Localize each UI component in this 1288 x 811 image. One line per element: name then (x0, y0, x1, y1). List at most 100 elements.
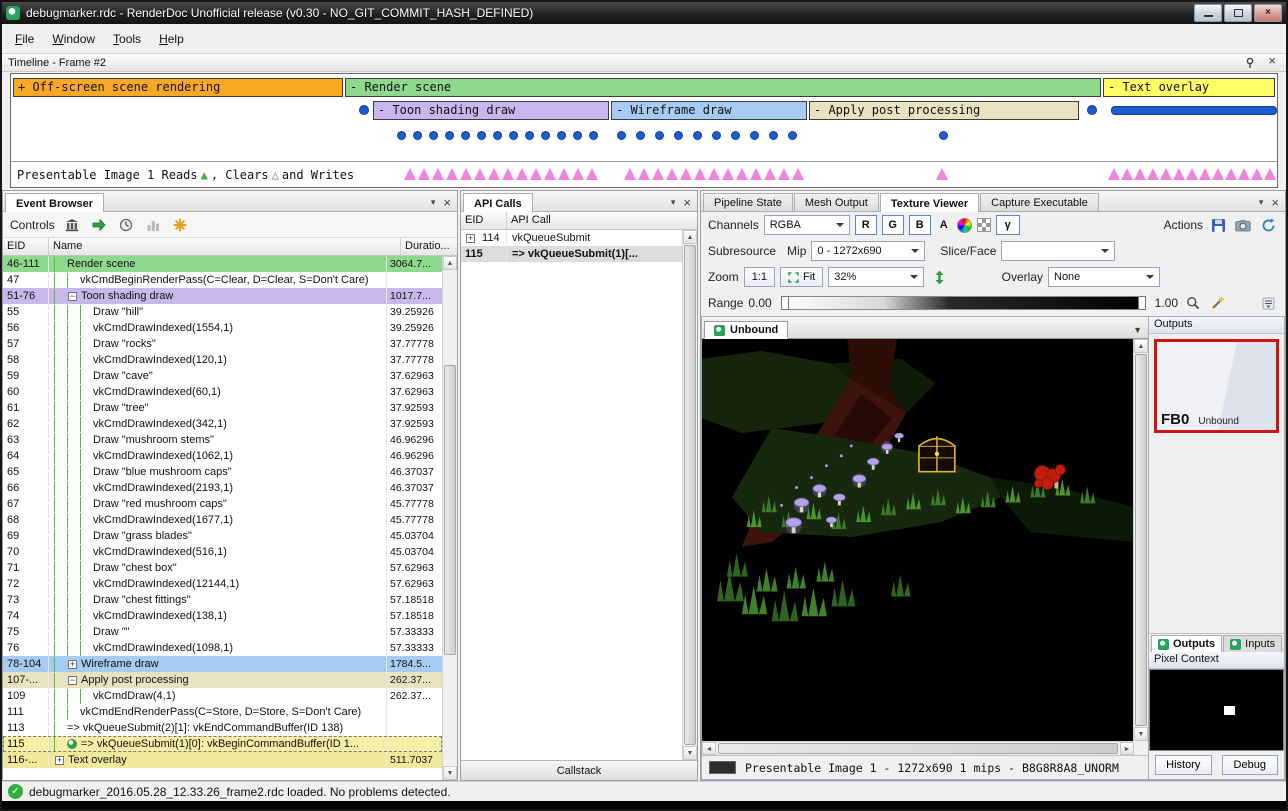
timeline-marker-bar[interactable]: - Text overlay (1103, 78, 1275, 97)
pixel-context-view[interactable] (1149, 669, 1284, 751)
write-triangle-icon[interactable] (722, 168, 734, 180)
write-triangle-icon[interactable] (680, 168, 692, 180)
alpha-channel-button[interactable]: A (936, 219, 952, 231)
write-triangle-icon[interactable] (502, 168, 514, 180)
event-row[interactable]: 74vkCmdDrawIndexed(138,1)57.18518 (3, 608, 442, 624)
tab-capture-executable[interactable]: Capture Executable (980, 193, 1099, 211)
event-row[interactable]: 109vkCmdDraw(4,1)262.37... (3, 688, 442, 704)
write-triangle-icon[interactable] (1199, 168, 1211, 180)
timeline-draw-dot[interactable] (712, 131, 721, 140)
time-durations-icon[interactable] (116, 215, 136, 235)
expander-icon[interactable]: + (55, 756, 64, 765)
timeline-marker-bar[interactable]: - Apply post processing (809, 101, 1079, 120)
timeline-draw-dot[interactable] (769, 131, 778, 140)
event-row[interactable]: 56vkCmdDrawIndexed(1554,1)39.25926 (3, 320, 442, 336)
menu-item-file[interactable]: File (6, 28, 43, 50)
write-triangle-icon[interactable] (750, 168, 762, 180)
write-triangle-icon[interactable] (474, 168, 486, 180)
event-row[interactable]: 107-...−Apply post processing262.37... (3, 672, 442, 688)
timeline-marker-bar[interactable]: + Off-screen scene rendering (13, 78, 343, 97)
blue-channel-button[interactable]: B (909, 215, 931, 235)
write-triangle-icon[interactable] (432, 168, 444, 180)
tab-outputs[interactable]: Outputs (1151, 635, 1222, 652)
save-icon[interactable] (1208, 215, 1228, 235)
timeline-draw-dot[interactable] (461, 131, 470, 140)
timeline-draw-dot[interactable] (445, 131, 454, 140)
timeline-draw-dot[interactable] (693, 131, 702, 140)
write-triangle-icon[interactable] (488, 168, 500, 180)
screenshot-icon[interactable] (1233, 215, 1253, 235)
timeline-draw-dot[interactable] (731, 131, 740, 140)
write-triangle-icon[interactable] (1251, 168, 1263, 180)
overlay-select[interactable]: None (1048, 267, 1160, 287)
write-triangle-icon[interactable] (1212, 168, 1224, 180)
event-browser-scrollbar[interactable]: ▲ ▼ (442, 256, 457, 780)
timeline-draw-dot[interactable] (413, 131, 422, 140)
event-row[interactable]: 47vkCmdBeginRenderPass(C=Clear, D=Clear,… (3, 272, 442, 288)
timeline-marker-bar[interactable]: - Toon shading draw (373, 101, 609, 120)
texture-vscrollbar[interactable]: ▲ ▼ (1133, 339, 1148, 741)
timeline-header[interactable]: Timeline - Frame #2 × (2, 54, 1286, 72)
event-row[interactable]: 72vkCmdDrawIndexed(12144,1)57.62963 (3, 576, 442, 592)
api-calls-scrollbar[interactable]: ▲ ▼ (682, 230, 697, 760)
write-triangle-icon[interactable] (558, 168, 570, 180)
write-triangle-icon[interactable] (460, 168, 472, 180)
green-channel-button[interactable]: G (882, 215, 904, 235)
write-triangle-icon[interactable] (516, 168, 528, 180)
expander-icon[interactable]: − (68, 676, 77, 685)
event-row[interactable]: 62vkCmdDrawIndexed(342,1)37.92593 (3, 416, 442, 432)
timeline-draw-dot[interactable] (541, 131, 550, 140)
event-row[interactable]: 78-104+Wireframe draw1784.5... (3, 656, 442, 672)
tab-pipeline-state[interactable]: Pipeline State (703, 193, 793, 211)
timeline-marker-bar[interactable]: - Wireframe draw (611, 101, 807, 120)
timeline-draw-dot[interactable] (359, 105, 369, 115)
write-triangle-icon[interactable] (666, 168, 678, 180)
column-eid[interactable]: EID (3, 238, 49, 255)
write-triangle-icon[interactable] (1108, 168, 1120, 180)
panel-menu-icon[interactable]: ▾ (667, 197, 680, 211)
timeline-draw-dot[interactable] (674, 131, 683, 140)
panel-close-icon[interactable]: × (679, 198, 695, 211)
texture-view[interactable]: ▲ ▼ ◄ ► (702, 339, 1148, 755)
range-min-value[interactable]: 0.00 (748, 296, 771, 310)
event-row[interactable]: 68vkCmdDrawIndexed(1677,1)45.77778 (3, 512, 442, 528)
callstack-bar[interactable]: Callstack (461, 760, 697, 780)
tab-event-browser[interactable]: Event Browser (5, 193, 104, 212)
scroll-down-icon[interactable]: ▼ (1134, 727, 1148, 741)
timeline-draw-dot[interactable] (477, 131, 486, 140)
timeline-draw-dot[interactable] (655, 131, 664, 140)
event-row[interactable]: 46-111Render scene3064.7... (3, 256, 442, 272)
event-row[interactable]: 60vkCmdDrawIndexed(60,1)37.62963 (3, 384, 442, 400)
column-duration[interactable]: Duratio... (401, 238, 457, 255)
tab-texture-viewer[interactable]: Texture Viewer (880, 193, 979, 212)
timeline-panel[interactable]: + Off-screen scene rendering- Render sce… (10, 73, 1278, 188)
event-row[interactable]: 57Draw "rocks"37.77778 (3, 336, 442, 352)
timeline-draw-dot[interactable] (509, 131, 518, 140)
write-triangle-icon[interactable] (586, 168, 598, 180)
timeline-draw-dot[interactable] (525, 131, 534, 140)
controls-label[interactable]: Controls (10, 218, 55, 232)
write-triangle-icon[interactable] (446, 168, 458, 180)
expander-icon[interactable]: − (68, 292, 77, 301)
write-triangle-icon[interactable] (1134, 168, 1146, 180)
output-thumbnail-fb0[interactable]: FB0 Unbound (1154, 339, 1279, 433)
panel-close-icon[interactable]: × (439, 198, 455, 211)
zoom-1to1-button[interactable]: 1:1 (744, 267, 775, 287)
timeline-draw-dot[interactable] (788, 131, 797, 140)
timeline-draw-dot[interactable] (429, 131, 438, 140)
timeline-bars[interactable]: + Off-screen scene rendering- Render sce… (11, 74, 1277, 161)
write-triangle-icon[interactable] (1160, 168, 1172, 180)
gamma-button[interactable]: γ (996, 215, 1020, 235)
flip-y-icon[interactable] (929, 267, 949, 287)
panel-menu-icon[interactable]: ▾ (1255, 197, 1268, 211)
range-options-icon[interactable] (1258, 293, 1278, 313)
refresh-icon[interactable] (1258, 215, 1278, 235)
scroll-down-icon[interactable]: ▼ (683, 746, 697, 760)
write-triangle-icon[interactable] (1121, 168, 1133, 180)
api-call-row[interactable]: + 114vkQueueSubmit (461, 230, 682, 246)
write-triangle-icon[interactable] (936, 168, 948, 180)
event-row[interactable]: 63Draw "mushroom stems"46.96296 (3, 432, 442, 448)
panel-menu-icon[interactable]: ▾ (427, 197, 440, 211)
range-slider[interactable] (781, 296, 1146, 310)
event-row[interactable]: 75Draw ""57.33333 (3, 624, 442, 640)
